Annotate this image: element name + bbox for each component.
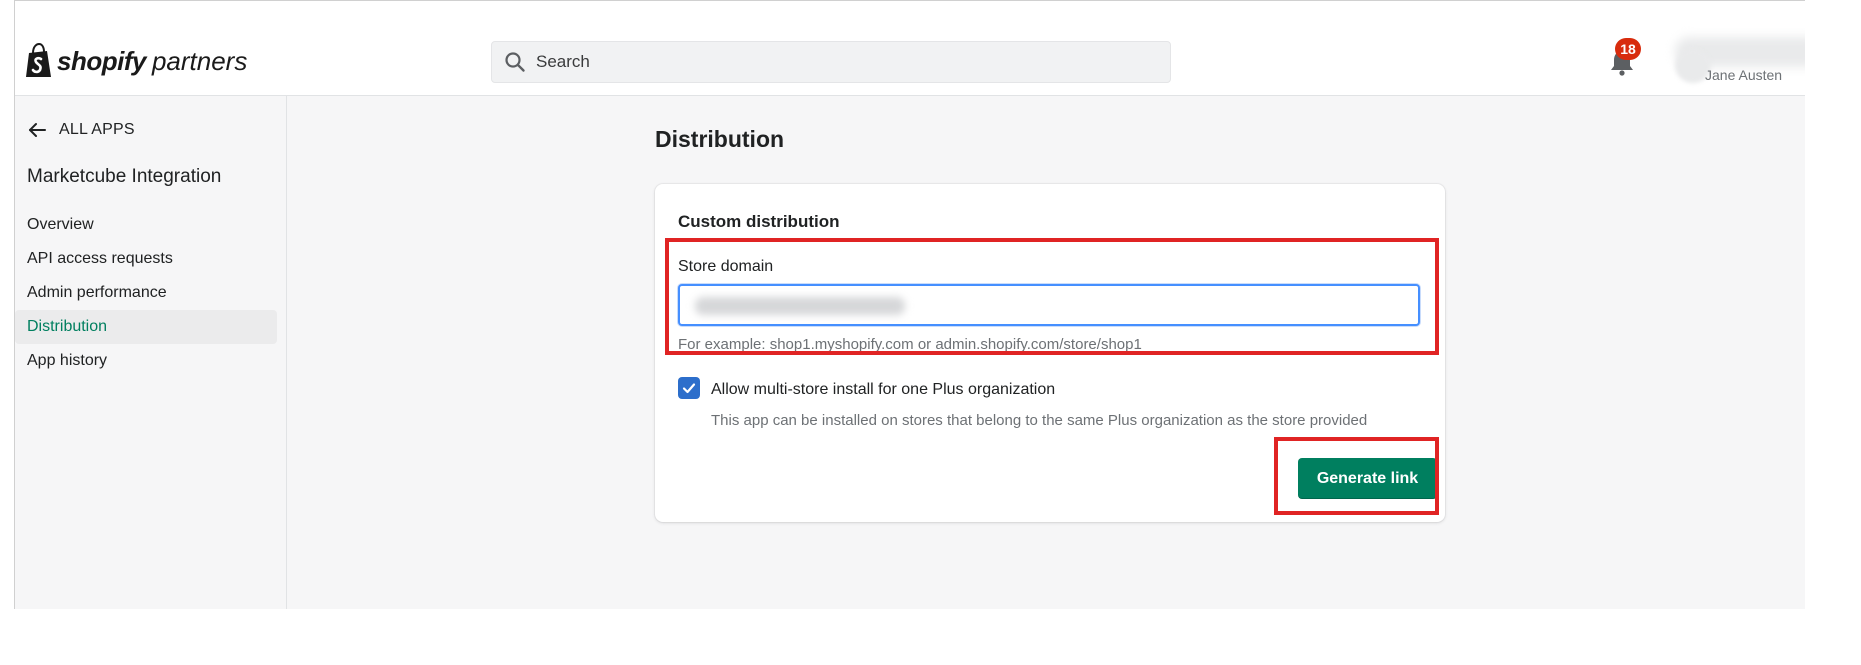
search-input[interactable] [534,51,1170,73]
logo-text-shopify: shopify [57,45,146,76]
store-domain-help-text: For example: shop1.myshopify.com or admi… [678,336,1142,353]
sidebar-item-distribution[interactable]: Distribution [15,310,277,344]
app-frame: shopify partners 18 Jane Austen ALL APPS [14,0,1805,609]
sidebar-item-app-history[interactable]: App history [15,344,277,378]
store-domain-label: Store domain [678,258,774,275]
multistore-checkbox-label[interactable]: Allow multi-store install for one Plus o… [711,381,1055,399]
shopify-bag-icon [26,43,51,77]
multistore-help-text: This app can be installed on stores that… [711,412,1368,429]
sidebar-nav: Overview API access requests Admin perfo… [15,208,277,378]
search-bar[interactable] [491,41,1171,83]
custom-distribution-card: Custom distribution Store domain For exa… [655,184,1445,522]
multistore-checkbox[interactable] [678,377,700,399]
all-apps-back-link[interactable]: ALL APPS [27,120,135,140]
sidebar: ALL APPS Marketcube Integration Overview… [15,96,287,609]
sidebar-item-api-access-requests[interactable]: API access requests [15,242,277,276]
checkmark-icon [682,383,696,394]
page-title: Distribution [655,126,785,152]
sidebar-item-overview[interactable]: Overview [15,208,277,242]
store-domain-input[interactable] [678,284,1420,326]
app-name: Marketcube Integration [27,166,222,187]
generate-link-button[interactable]: Generate link [1298,458,1437,499]
user-name[interactable]: Jane Austen [1705,67,1782,83]
top-bar: shopify partners 18 Jane Austen [15,1,1805,96]
search-icon [505,52,525,72]
sidebar-item-admin-performance[interactable]: Admin performance [15,276,277,310]
all-apps-label[interactable]: ALL APPS [59,121,135,139]
arrow-left-icon [29,123,46,137]
notification-count-badge: 18 [1615,38,1641,60]
logo-text-partners: partners [151,45,248,76]
card-title: Custom distribution [678,212,840,231]
shopify-partners-logo[interactable]: shopify partners [23,43,247,79]
